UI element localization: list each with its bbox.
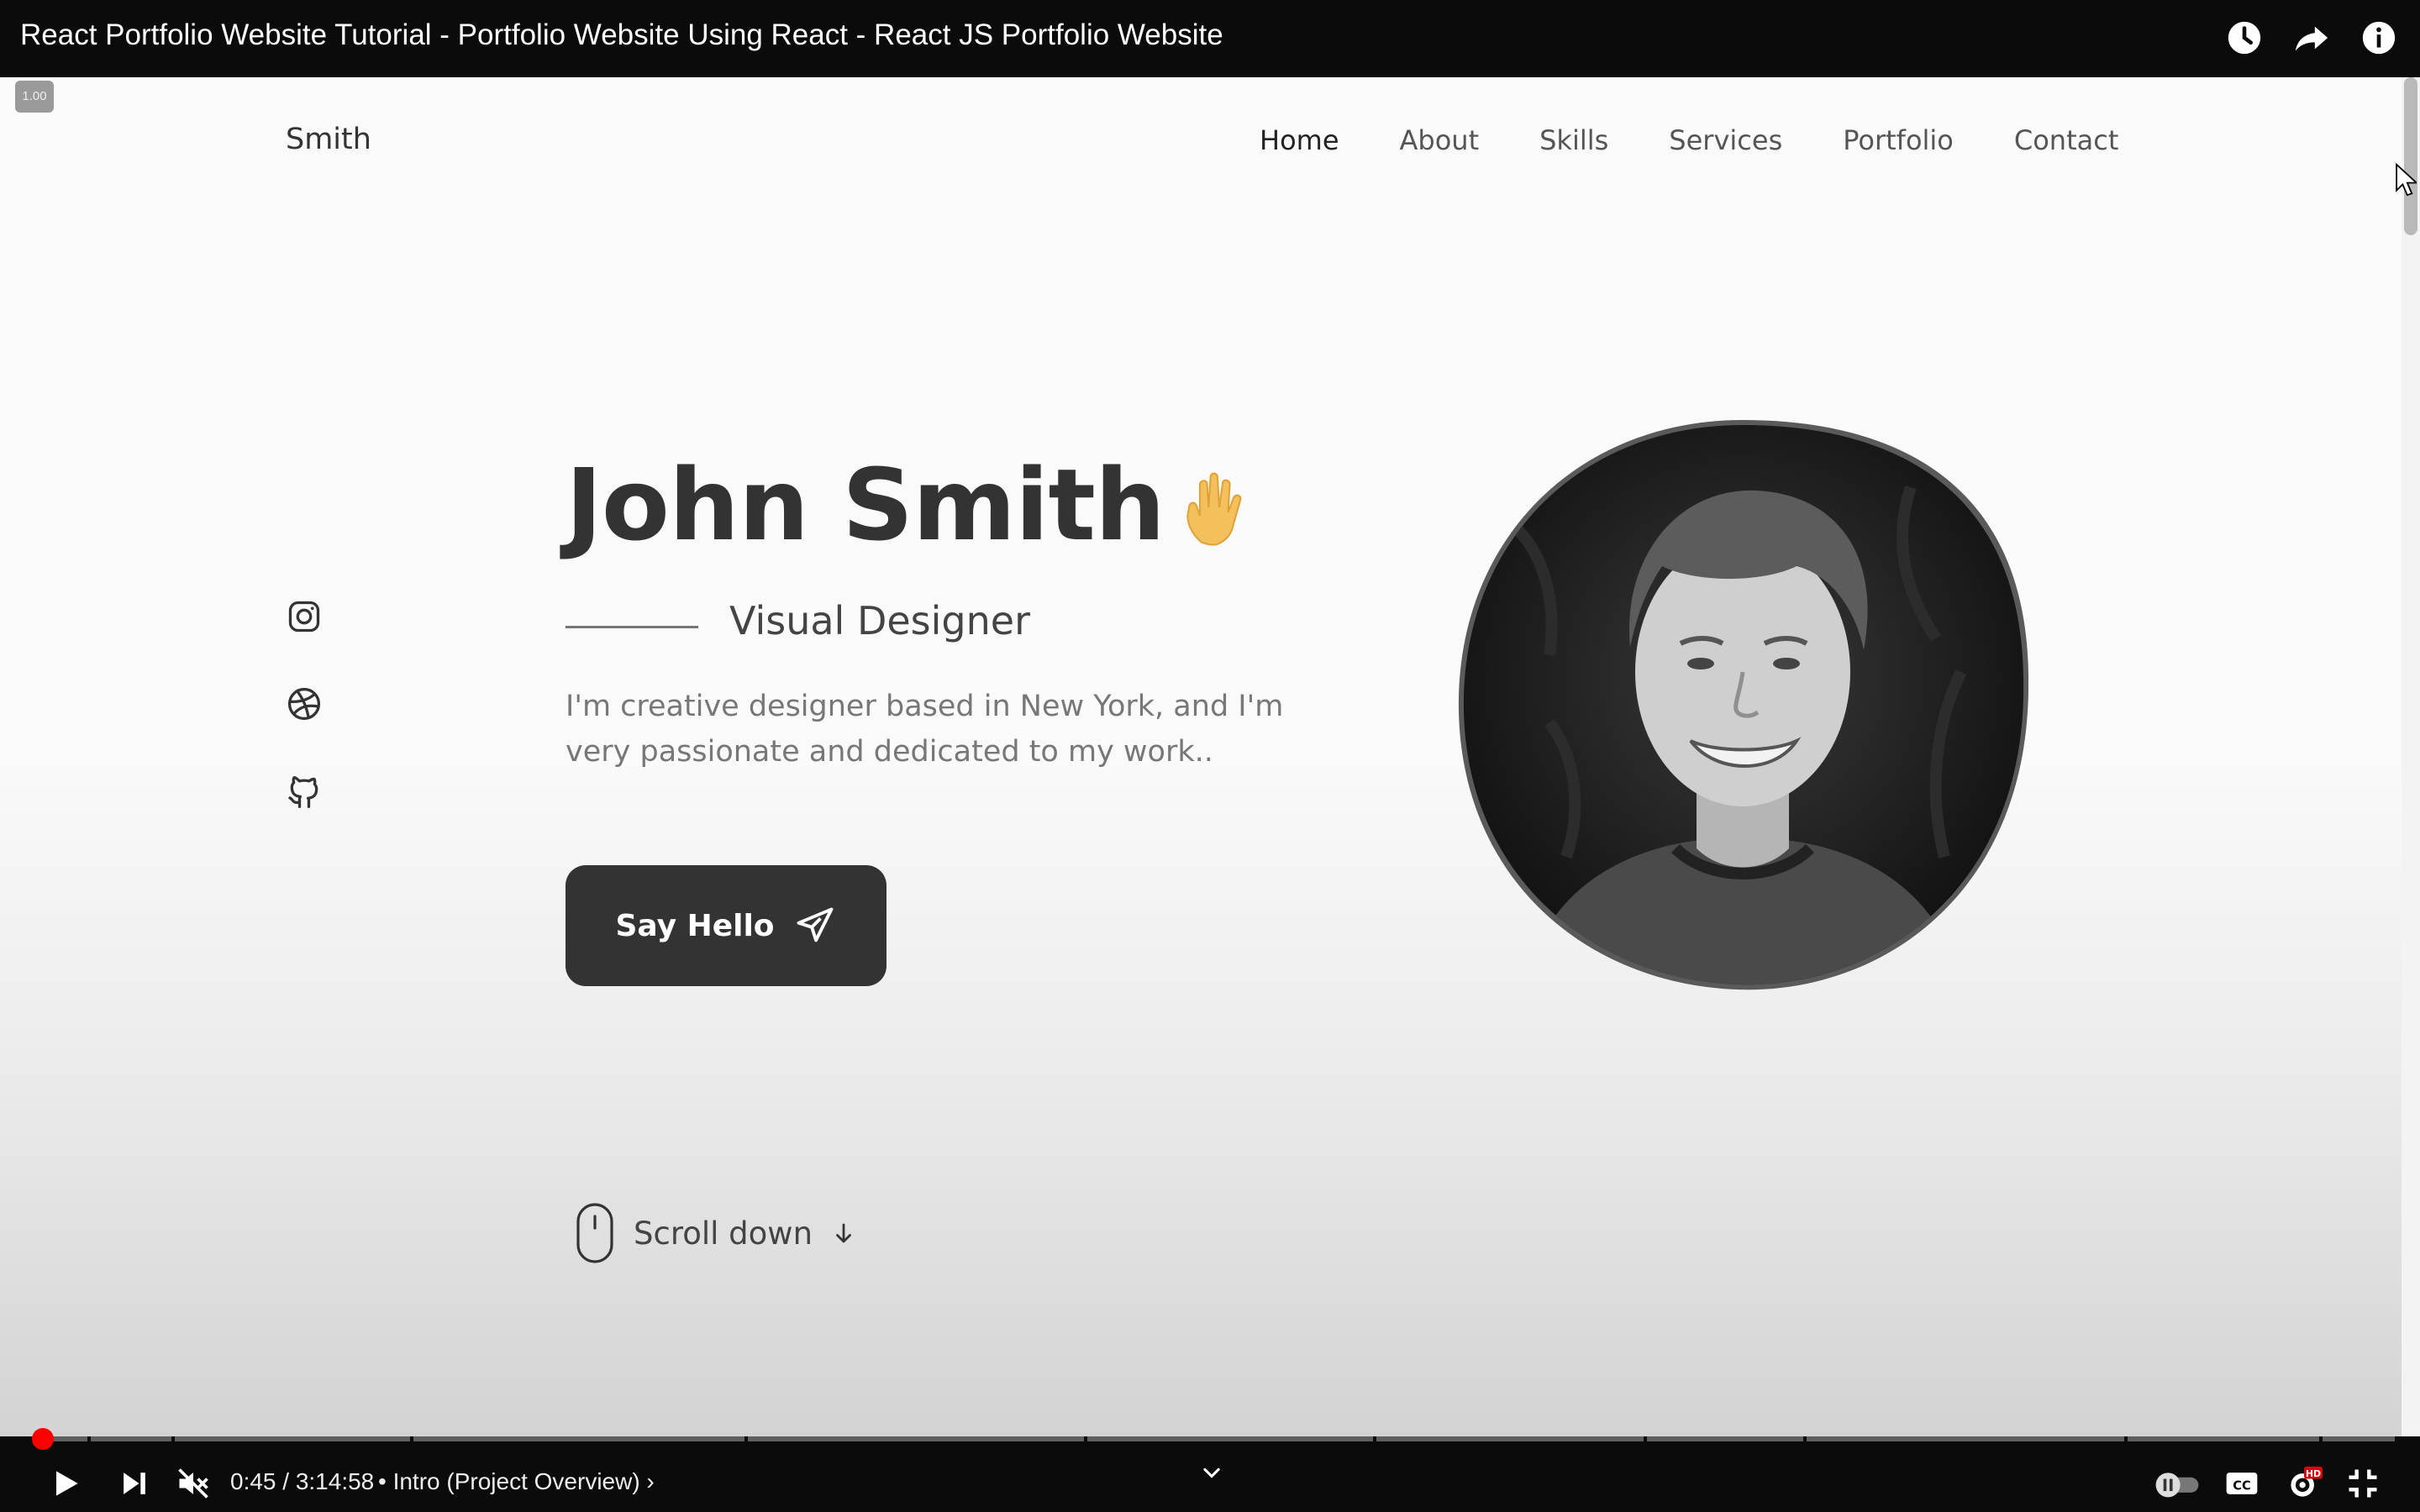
arrow-down-icon	[836, 1223, 851, 1243]
chapter-marker	[1803, 1436, 1807, 1441]
exit-fullscreen-icon[interactable]	[2344, 1465, 2381, 1502]
nav-services[interactable]: Services	[1669, 124, 1782, 156]
page-scrollbar[interactable]	[2402, 77, 2420, 1436]
share-icon[interactable]	[2292, 18, 2331, 57]
watch-later-icon[interactable]	[2225, 18, 2264, 57]
scrollbar-thumb[interactable]	[2404, 77, 2417, 235]
scroll-down-link[interactable]: Scroll down	[575, 1201, 856, 1265]
say-hello-label: Say Hello	[615, 908, 775, 943]
site-nav: Home About Skills Services Portfolio Con…	[1260, 124, 2118, 156]
waving-hand-icon	[1186, 472, 1242, 546]
instagram-icon[interactable]	[286, 598, 323, 635]
chapter-marker	[1644, 1436, 1647, 1441]
subtitle-divider	[566, 626, 698, 628]
settings-icon[interactable]: HD	[2286, 1465, 2323, 1502]
video-frame[interactable]: 1.00 Smith Home About Skills Services Po…	[0, 77, 2420, 1436]
nav-about[interactable]: About	[1400, 124, 1480, 156]
player-controls: 0:45 / 3:14:58 • Intro (Project Overview…	[0, 1428, 2420, 1512]
send-icon	[797, 907, 833, 942]
autoplay-toggle[interactable]	[2153, 1465, 2202, 1502]
chapter-marker	[744, 1436, 748, 1441]
dribbble-icon[interactable]	[286, 685, 323, 722]
nav-contact[interactable]: Contact	[2014, 124, 2119, 156]
hero-name: John Smith	[566, 447, 1165, 563]
chapter-marker	[410, 1436, 413, 1441]
github-icon[interactable]	[286, 773, 323, 810]
progress-bar[interactable]	[32, 1428, 2395, 1450]
profile-photo	[1458, 420, 2028, 990]
chapter-title[interactable]: • Intro (Project Overview) ›	[378, 1468, 655, 1495]
play-icon[interactable]	[47, 1465, 84, 1502]
say-hello-button[interactable]: Say Hello	[566, 865, 886, 986]
nav-portfolio[interactable]: Portfolio	[1843, 124, 1954, 156]
settings-badge: HD	[2306, 1468, 2321, 1479]
scroll-down-label: Scroll down	[634, 1215, 813, 1252]
mute-icon[interactable]	[175, 1465, 212, 1502]
chapter-marker	[2124, 1436, 2128, 1441]
progress-scrubber[interactable]	[32, 1428, 54, 1450]
hero-subtitle: Visual Designer	[729, 598, 1030, 643]
top-icons	[2225, 18, 2398, 57]
chapter-marker	[2319, 1436, 2323, 1441]
speed-badge: 1.00	[15, 81, 54, 113]
player-top-bar: React Portfolio Website Tutorial - Portf…	[0, 0, 2420, 77]
info-icon[interactable]	[2360, 18, 2398, 57]
chapter-marker	[1373, 1436, 1376, 1441]
captions-icon[interactable]: CC	[2223, 1465, 2260, 1502]
hero-description: I'm creative designer based in New York,…	[566, 690, 1284, 769]
captions-label: CC	[2233, 1478, 2251, 1493]
chevron-down-icon[interactable]	[1200, 1462, 1223, 1485]
nav-skills[interactable]: Skills	[1539, 124, 1608, 156]
mouse-cursor-icon	[2396, 163, 2417, 197]
mouse-icon	[576, 1203, 613, 1263]
time-display: 0:45 / 3:14:58	[230, 1468, 375, 1494]
nav-home[interactable]: Home	[1260, 124, 1339, 156]
site-logo[interactable]: Smith	[286, 123, 371, 156]
chapter-marker	[87, 1436, 91, 1441]
chapter-marker	[1084, 1436, 1087, 1441]
next-icon[interactable]	[116, 1465, 153, 1502]
video-title[interactable]: React Portfolio Website Tutorial - Portf…	[20, 18, 1223, 52]
chapter-marker	[171, 1436, 175, 1441]
